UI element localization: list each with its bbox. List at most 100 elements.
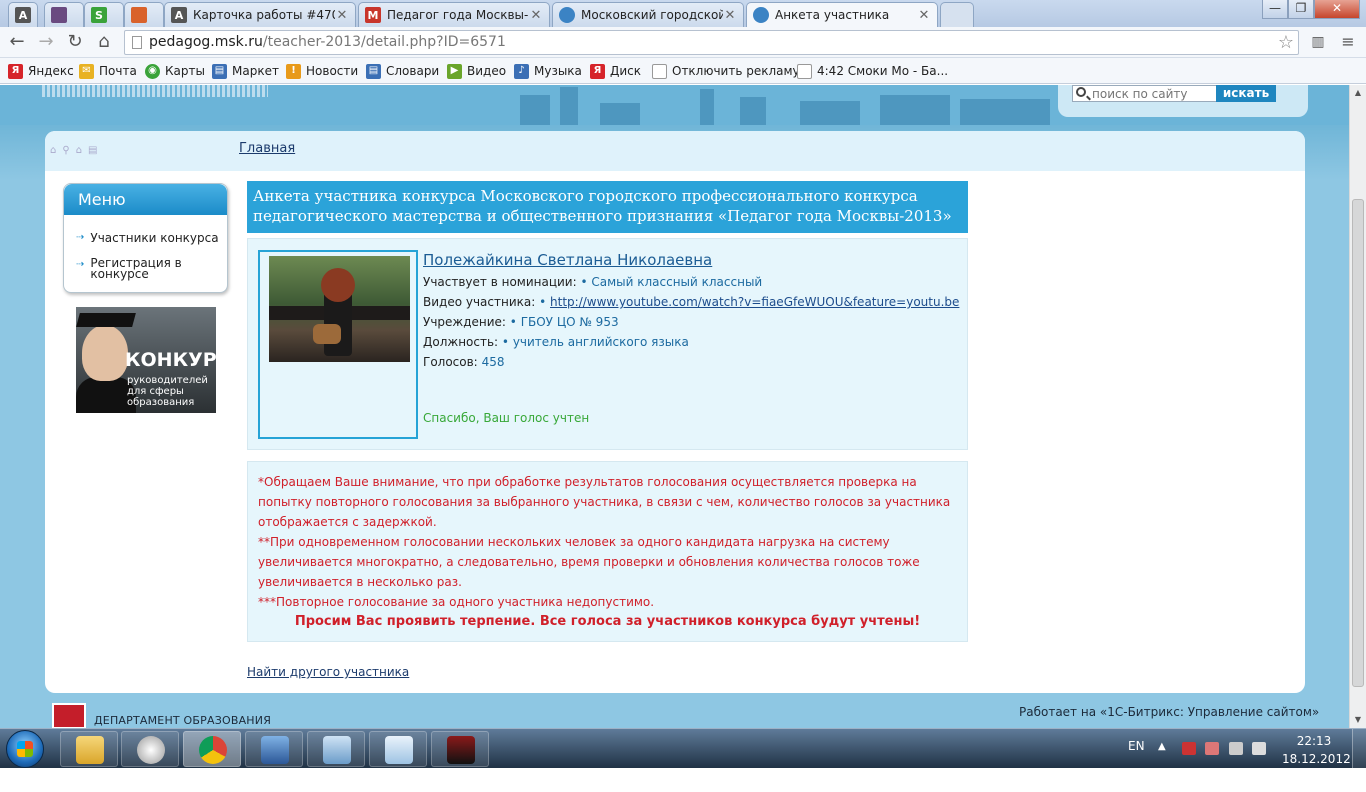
bookmark-disable-ads[interactable]: Отключить рекламу	[652, 62, 800, 80]
tab-close-icon[interactable]: ✕	[529, 8, 543, 23]
notice-final: Просим Вас проявить терпение. Все голоса…	[294, 614, 921, 629]
tab-5[interactable]: A Карточка работы #47070 ✕	[164, 2, 356, 27]
tab-label: Карточка работы #47070	[193, 8, 335, 22]
media-player-icon	[137, 736, 165, 764]
nomination-row: Участвует в номинации: • Самый классный …	[423, 275, 762, 289]
taskbar-control-panel[interactable]	[307, 731, 365, 767]
address-bar[interactable]: pedagog.msk.ru/teacher-2013/detail.php?I…	[124, 30, 1299, 55]
taskbar-media[interactable]	[121, 731, 179, 767]
bookmark-star-icon[interactable]: ☆	[1278, 31, 1294, 54]
tab-6[interactable]: M Педагог года Москвы-20 ✕	[358, 2, 550, 27]
participant-name-link[interactable]: Полежайкина Светлана Николаевна	[423, 251, 712, 269]
graduation-cap-icon	[76, 313, 136, 327]
city-silhouette	[880, 95, 950, 125]
find-other-participant-link[interactable]: Найти другого участника	[247, 665, 409, 679]
new-tab-button[interactable]	[940, 2, 974, 27]
taskbar-game[interactable]	[431, 731, 489, 767]
taskbar-explorer[interactable]	[60, 731, 118, 767]
tab-1[interactable]: A	[8, 2, 38, 27]
tray-app-icon[interactable]	[1205, 742, 1219, 755]
address-host: pedagog.msk.ru	[149, 34, 263, 50]
breadcrumb-home-link[interactable]: Главная	[239, 141, 295, 156]
contest-promo-banner[interactable]: КОНКУРС руководителей для сферы образова…	[76, 307, 216, 413]
search-icon[interactable]: ⚲	[62, 145, 69, 156]
bookmark-market[interactable]: ▤ Маркет	[212, 62, 279, 80]
language-indicator[interactable]: EN	[1128, 739, 1145, 753]
start-button[interactable]	[6, 730, 44, 768]
tab-4[interactable]	[124, 2, 164, 27]
sitemap-icon[interactable]: ⌂	[76, 145, 82, 156]
menu-item-registration[interactable]: ⇢ Регистрация в конкурсе	[76, 257, 196, 280]
bookmark-music[interactable]: ♪ Музыка	[514, 62, 582, 80]
network-icon[interactable]	[1229, 742, 1243, 755]
page-scrollbar[interactable]: ▲ ▼	[1349, 85, 1366, 728]
bookmark-yandex[interactable]: Я Яндекс	[8, 62, 74, 80]
search-input[interactable]	[1072, 85, 1218, 102]
department-logo	[52, 703, 86, 728]
home-button[interactable]: ⌂	[92, 31, 116, 55]
maximize-button[interactable]: ❐	[1288, 0, 1314, 19]
menu-title: Меню	[64, 184, 227, 215]
show-desktop-button[interactable]	[1352, 729, 1366, 769]
music-icon: ♪	[514, 63, 529, 79]
reload-button[interactable]: ↻	[63, 31, 87, 55]
close-window-button[interactable]: ✕	[1314, 0, 1360, 19]
tab-favicon-icon	[51, 7, 67, 23]
forward-button[interactable]: →	[34, 31, 58, 55]
windows-taskbar: EN ▲ 22:13 18.12.2012	[0, 728, 1366, 769]
page-viewport: искать ⌂ ⚲ ⌂ ▤ Главная Меню ⇢ Участники …	[0, 85, 1349, 728]
word-icon	[261, 736, 289, 764]
taskbar-notepad[interactable]	[369, 731, 427, 767]
volume-icon[interactable]	[1252, 742, 1266, 755]
video-link[interactable]: http://www.youtube.com/watch?v=fiaeGfeWU…	[550, 295, 959, 309]
bookmark-dictionaries[interactable]: ▤ Словари	[366, 62, 439, 80]
minimize-button[interactable]: —	[1262, 0, 1288, 19]
tab-favicon-icon: S	[91, 7, 107, 23]
tab-close-icon[interactable]: ✕	[917, 8, 931, 23]
bookmark-news[interactable]: ! Новости	[286, 62, 358, 80]
tab-favicon-icon: A	[171, 7, 187, 23]
video-row: Видео участника: • http://www.youtube.co…	[423, 295, 959, 309]
search-button[interactable]: искать	[1216, 85, 1276, 102]
tray-expand-icon[interactable]: ▲	[1158, 741, 1166, 752]
bookmark-maps[interactable]: ◉ Карты	[145, 62, 205, 80]
tab-3[interactable]: S	[84, 2, 124, 27]
scroll-thumb[interactable]	[1352, 199, 1364, 687]
home-icon[interactable]: ⌂	[50, 145, 56, 156]
promo-image	[82, 325, 128, 381]
tab-8-active[interactable]: Анкета участника ✕	[746, 2, 938, 27]
bookmarks-bar: Я Яндекс ✉ Почта ◉ Карты ▤ Маркет ! Новости ▤…	[0, 58, 1366, 84]
votes-row: Голосов: 458	[423, 355, 504, 369]
city-silhouette	[520, 95, 550, 125]
video-label: Видео участника:	[423, 295, 536, 309]
scroll-down-icon[interactable]: ▼	[1350, 715, 1366, 724]
clock-time[interactable]: 22:13	[1289, 734, 1339, 748]
arrow-right-icon: ⇢	[76, 232, 85, 243]
back-button[interactable]: ←	[5, 31, 29, 55]
tab-favicon-icon	[559, 7, 575, 23]
wrench-menu-icon[interactable]: ≡	[1336, 31, 1360, 55]
clock-date[interactable]: 18.12.2012	[1282, 752, 1351, 766]
tab-close-icon[interactable]: ✕	[335, 8, 349, 23]
bookmark-mail[interactable]: ✉ Почта	[79, 62, 137, 80]
menu-item-participants[interactable]: ⇢ Участники конкурса	[76, 231, 219, 245]
taskbar-chrome[interactable]	[183, 731, 241, 767]
nomination-label: Участвует в номинации:	[423, 275, 577, 289]
tab-favicon-icon	[131, 7, 147, 23]
site-search: искать	[1058, 85, 1308, 117]
news-icon: !	[286, 63, 301, 79]
tab-2[interactable]	[44, 2, 84, 27]
tab-7[interactable]: Московский городской п ✕	[552, 2, 744, 27]
tab-label: Анкета участника	[775, 8, 890, 22]
scroll-up-icon[interactable]: ▲	[1350, 88, 1366, 97]
bookmark-video[interactable]: ▶ Видео	[447, 62, 506, 80]
action-center-icon[interactable]	[1182, 742, 1196, 755]
photo-detail	[313, 324, 341, 344]
bookmark-smoky-mo[interactable]: 4:42 Смоки Мо - Ба...	[797, 62, 948, 80]
bookmark-disk[interactable]: Я Диск	[590, 62, 641, 80]
tab-close-icon[interactable]: ✕	[723, 8, 737, 23]
taskbar-word[interactable]	[245, 731, 303, 767]
extension-icon[interactable]: ▥	[1306, 31, 1330, 55]
print-icon[interactable]: ▤	[88, 145, 97, 156]
photo-detail	[321, 268, 355, 302]
